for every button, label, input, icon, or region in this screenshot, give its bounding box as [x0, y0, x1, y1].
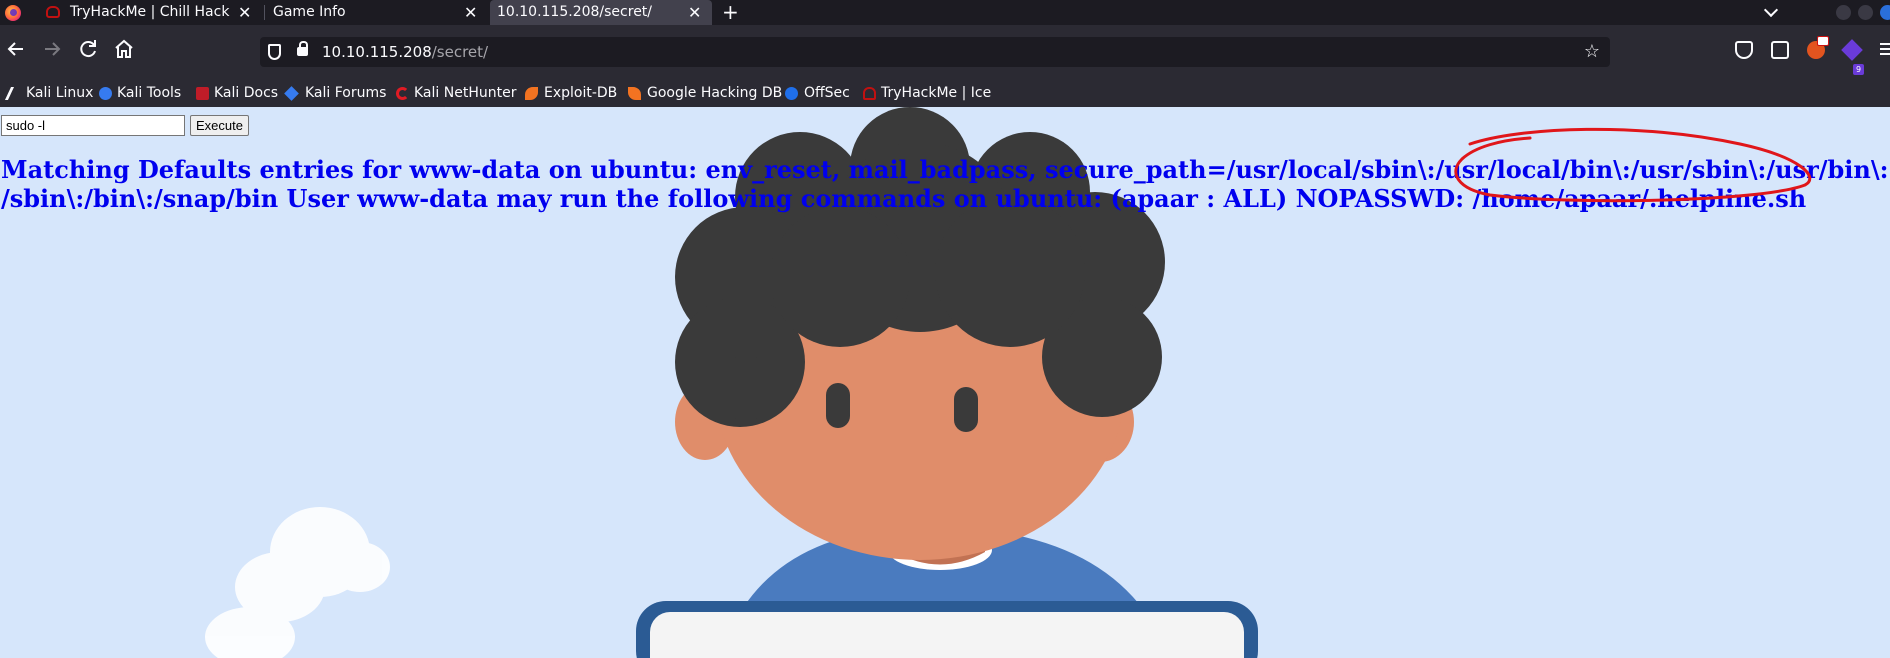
cloud-illustration: [205, 507, 390, 658]
bookmarks-toolbar: Kali Linux Kali Tools Kali Docs Kali For…: [0, 80, 1890, 107]
kali-tools-icon: [99, 87, 112, 100]
bookmark-label: Kali Tools: [117, 85, 182, 101]
lock-icon[interactable]: [297, 41, 308, 56]
left-eye-illustration: [826, 383, 850, 428]
hamburger-menu-icon[interactable]: [1880, 43, 1890, 57]
tab-strip: TryHackMe | Chill Hack ✕ Game Info ✕ 10.…: [0, 0, 1890, 25]
tab-secret[interactable]: 10.10.115.208/secret/ ✕: [490, 0, 712, 25]
home-icon[interactable]: [112, 37, 136, 61]
minimize-window-button[interactable]: [1836, 5, 1851, 20]
bookmark-label: Google Hacking DB: [647, 85, 783, 101]
execute-button[interactable]: Execute: [190, 115, 249, 136]
bookmark-label: OffSec: [804, 85, 850, 101]
list-all-tabs-chevron-icon[interactable]: [1762, 2, 1780, 20]
kali-linux-icon: [4, 87, 25, 100]
bookmark-label: Kali Docs: [214, 85, 279, 101]
forward-arrow-icon[interactable]: [40, 37, 64, 61]
kali-nethunter-icon: [396, 87, 409, 100]
navigation-toolbar: 10.10.115.208/secret/ ☆ 9: [0, 25, 1890, 83]
pocket-icon[interactable]: [1735, 41, 1753, 59]
address-bar[interactable]: 10.10.115.208/secret/ ☆: [260, 37, 1610, 67]
tab-title: TryHackMe | Chill Hack: [70, 4, 230, 20]
google-hacking-db-icon: [628, 87, 641, 100]
tab-title: 10.10.115.208/secret/: [497, 4, 653, 20]
output-line: /sbin\:/bin\:/snap/bin User www-data may…: [1, 184, 1807, 213]
close-icon[interactable]: ✕: [238, 0, 251, 25]
bookmark-label: Kali Linux: [26, 85, 94, 101]
new-tab-button[interactable]: +: [722, 0, 739, 24]
command-output: Matching Defaults entries for www-data o…: [1, 155, 1890, 213]
tab-title: Game Info: [273, 4, 346, 20]
bookmark-star-icon[interactable]: ☆: [1584, 40, 1600, 64]
close-icon[interactable]: ✕: [688, 0, 701, 25]
close-window-button[interactable]: [1880, 5, 1890, 20]
bookmark-label: TryHackMe | Ice: [881, 85, 992, 101]
tab-chill-hack[interactable]: TryHackMe | Chill Hack ✕: [38, 0, 260, 25]
output-line: Matching Defaults entries for www-data o…: [1, 155, 1889, 184]
maximize-window-button[interactable]: [1858, 5, 1873, 20]
firefox-logo-icon[interactable]: [5, 5, 21, 21]
reload-icon[interactable]: [76, 37, 100, 61]
bookmark-label: Kali Forums: [305, 85, 387, 101]
url-host: 10.10.115.208: [322, 43, 432, 61]
tab-separator: [264, 5, 265, 20]
offsec-icon: [785, 87, 798, 100]
extensions-puzzle-icon[interactable]: [1771, 41, 1789, 59]
extension-badge-count: 9: [1853, 64, 1864, 75]
tab-game-info[interactable]: Game Info ✕: [266, 0, 488, 25]
exploit-db-icon: [525, 87, 538, 100]
extension-purple-icon[interactable]: [1841, 39, 1863, 61]
page-viewport: Execute Matching Defaults entries for ww…: [0, 107, 1890, 658]
right-eye-illustration: [954, 387, 978, 432]
tryhackme-icon: [863, 87, 876, 100]
extension-red-icon[interactable]: [1807, 36, 1829, 59]
bookmark-label: Kali NetHunter: [414, 85, 517, 101]
back-arrow-icon[interactable]: [4, 37, 28, 61]
command-input[interactable]: [1, 115, 185, 136]
url-path: /secret/: [431, 43, 489, 61]
kali-forums-icon: [284, 86, 299, 101]
kali-docs-icon: [196, 87, 209, 100]
close-icon[interactable]: ✕: [464, 0, 477, 25]
bookmark-label: Exploit-DB: [544, 85, 618, 101]
url-text[interactable]: 10.10.115.208/secret/: [322, 37, 488, 67]
tracking-protection-shield-icon[interactable]: [268, 44, 281, 60]
tryhackme-icon: [46, 6, 60, 18]
